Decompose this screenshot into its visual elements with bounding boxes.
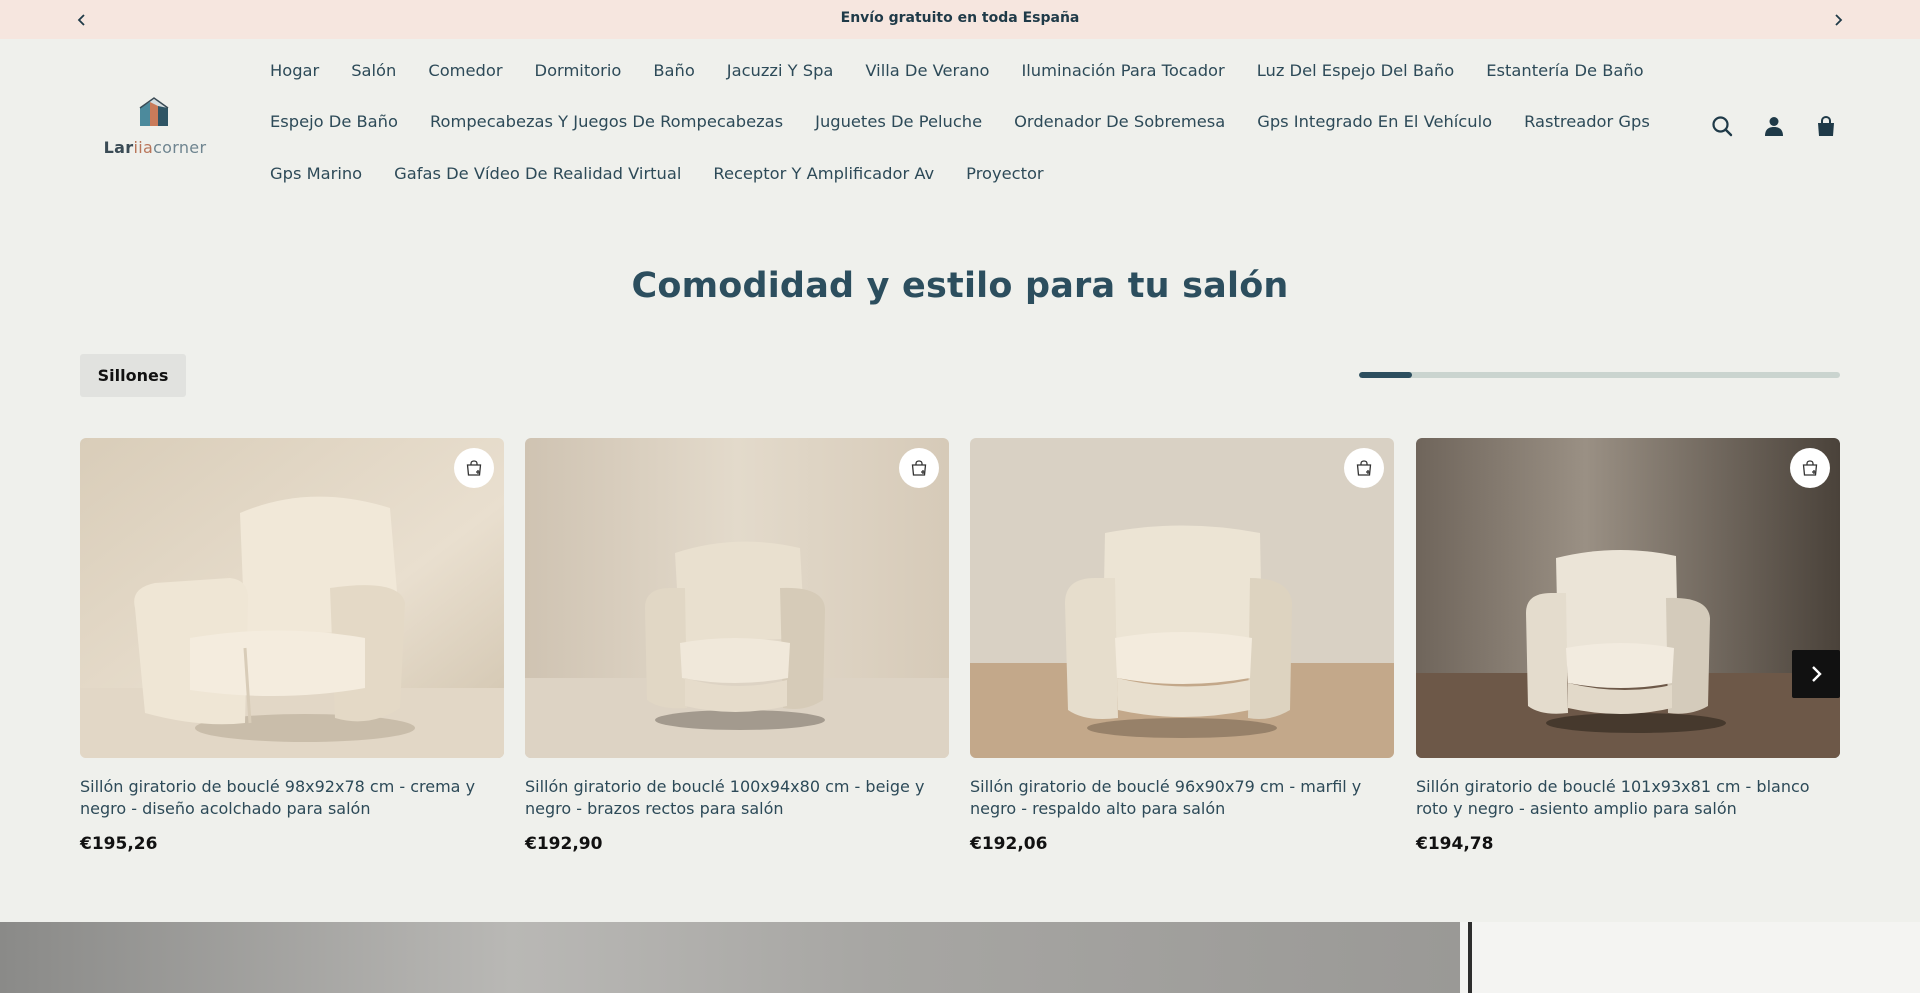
- nav-link-rastreador-gps[interactable]: Rastreador Gps: [1524, 112, 1650, 131]
- product-card[interactable]: Sillón giratorio de bouclé 96x90x79 cm -…: [970, 438, 1394, 854]
- chevron-right-icon[interactable]: [1826, 8, 1850, 32]
- quick-add-icon[interactable]: [1344, 448, 1384, 488]
- product-card[interactable]: Sillón giratorio de bouclé 101x93x81 cm …: [1416, 438, 1840, 854]
- nav-row-2: Espejo De Baño Rompecabezas Y Juegos De R…: [270, 112, 1682, 136]
- product-price: €192,06: [970, 834, 1048, 854]
- product-title[interactable]: Sillón giratorio de bouclé 101x93x81 cm …: [1416, 776, 1840, 820]
- announcement-text: Envío gratuito en toda España: [840, 10, 1080, 26]
- product-price: €194,78: [1416, 834, 1494, 854]
- nav-link-gafas-vr[interactable]: Gafas De Vídeo De Realidad Virtual: [394, 164, 681, 183]
- section-title: Comodidad y estilo para tu salón: [631, 266, 1289, 306]
- nav-link-hogar[interactable]: Hogar: [270, 61, 319, 80]
- nav-link-rompecabezas[interactable]: Rompecabezas Y Juegos De Rompecabezas: [430, 112, 783, 131]
- nav-link-salon[interactable]: Salón: [351, 61, 396, 80]
- nav-link-gps-vehiculo[interactable]: Gps Integrado En El Vehículo: [1257, 112, 1492, 131]
- carousel-next-button[interactable]: [1792, 650, 1840, 698]
- quick-add-icon[interactable]: [1790, 448, 1830, 488]
- logo-mark-icon: [139, 97, 169, 126]
- product-title[interactable]: Sillón giratorio de bouclé 96x90x79 cm -…: [970, 776, 1394, 820]
- search-icon[interactable]: [1709, 113, 1735, 139]
- nav-link-estanteria-bano[interactable]: Estantería De Baño: [1486, 61, 1643, 80]
- nav-link-gps-marino[interactable]: Gps Marino: [270, 164, 362, 183]
- nav-link-jacuzzi-spa[interactable]: Jacuzzi Y Spa: [727, 61, 834, 80]
- product-title[interactable]: Sillón giratorio de bouclé 98x92x78 cm -…: [80, 776, 504, 820]
- product-image[interactable]: [80, 438, 504, 758]
- nav-link-espejo-bano[interactable]: Espejo De Baño: [270, 112, 398, 131]
- carousel-progress-fill: [1359, 372, 1412, 378]
- cart-icon[interactable]: [1813, 113, 1839, 139]
- logo[interactable]: Lariiacorner: [100, 94, 210, 160]
- product-price: €192,90: [525, 834, 603, 854]
- nav-row-3: Gps Marino Gafas De Vídeo De Realidad Vir…: [270, 164, 1076, 188]
- product-card[interactable]: Sillón giratorio de bouclé 98x92x78 cm -…: [80, 438, 504, 854]
- product-image[interactable]: [525, 438, 949, 758]
- product-price: €195,26: [80, 834, 158, 854]
- nav-link-proyector[interactable]: Proyector: [966, 164, 1043, 183]
- product-title[interactable]: Sillón giratorio de bouclé 100x94x80 cm …: [525, 776, 949, 820]
- banner-image: [0, 922, 1920, 993]
- nav-link-villa-verano[interactable]: Villa De Verano: [865, 61, 989, 80]
- nav-link-ordenador-sobremesa[interactable]: Ordenador De Sobremesa: [1014, 112, 1225, 131]
- carousel-progress: [1359, 372, 1840, 378]
- nav-link-luz-espejo-bano[interactable]: Luz Del Espejo Del Baño: [1257, 61, 1455, 80]
- nav-link-dormitorio[interactable]: Dormitorio: [535, 61, 622, 80]
- account-icon[interactable]: [1761, 113, 1787, 139]
- quick-add-icon[interactable]: [454, 448, 494, 488]
- product-image[interactable]: [1416, 438, 1840, 758]
- nav-link-iluminacion-tocador[interactable]: Iluminación Para Tocador: [1021, 61, 1224, 80]
- announcement-bar: Envío gratuito en toda España: [0, 0, 1920, 39]
- product-card[interactable]: Sillón giratorio de bouclé 100x94x80 cm …: [525, 438, 949, 854]
- nav-row-1: Hogar Salón Comedor Dormitorio Baño Jacuzzi Y…: [270, 61, 1676, 85]
- nav-link-comedor[interactable]: Comedor: [428, 61, 502, 80]
- tab-sillones[interactable]: Sillones: [80, 354, 186, 397]
- nav-link-bano[interactable]: Baño: [653, 61, 694, 80]
- nav-link-receptor-av[interactable]: Receptor Y Amplificador Av: [713, 164, 934, 183]
- product-image[interactable]: [970, 438, 1394, 758]
- nav-link-juguetes-peluche[interactable]: Juguetes De Peluche: [815, 112, 982, 131]
- chevron-right-icon: [1812, 666, 1822, 682]
- quick-add-icon[interactable]: [899, 448, 939, 488]
- logo-wordmark: Lariiacorner: [103, 138, 207, 157]
